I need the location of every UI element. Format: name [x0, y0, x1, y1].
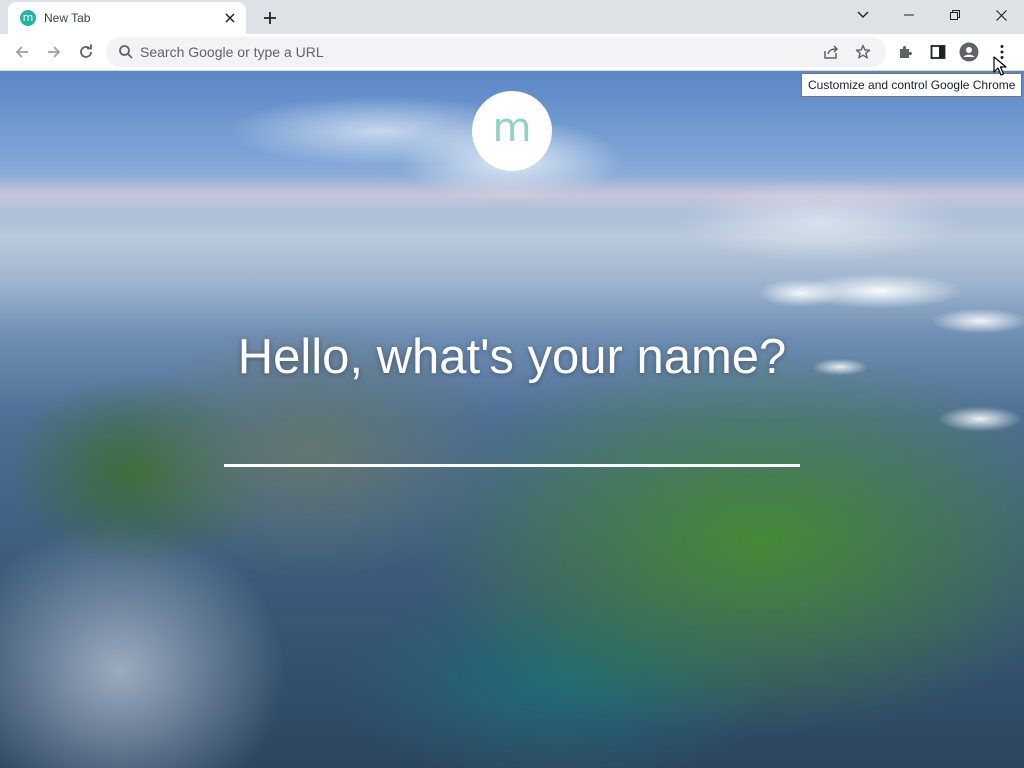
tab-search-button[interactable] — [850, 2, 876, 28]
search-icon — [119, 45, 133, 59]
logo-letter: m — [492, 105, 532, 151]
minimize-button[interactable] — [886, 0, 932, 30]
back-button[interactable] — [7, 37, 37, 67]
background-image — [0, 176, 1024, 216]
reload-icon — [80, 44, 92, 58]
profile-icon — [959, 42, 979, 62]
close-icon — [995, 9, 1007, 21]
name-input[interactable] — [224, 423, 800, 467]
chevron-down-icon — [857, 11, 869, 18]
restore-icon — [950, 10, 960, 20]
forward-button[interactable] — [39, 37, 69, 67]
omnibox[interactable] — [106, 37, 886, 67]
toolbar — [0, 34, 1024, 71]
tab-favicon-icon: m — [20, 10, 36, 26]
tab-strip: m New Tab — [0, 0, 1024, 34]
new-tab-page: m Hello, what's your name? — [0, 71, 1024, 768]
menu-tooltip: Customize and control Google Chrome — [801, 73, 1023, 97]
tab-new-tab[interactable]: m New Tab — [8, 2, 246, 34]
plus-icon — [264, 12, 276, 24]
greeting-heading: Hello, what's your name? — [237, 330, 787, 384]
extensions-icon — [900, 46, 912, 58]
window-controls — [886, 0, 1024, 30]
momentum-logo: m — [472, 91, 552, 171]
forward-icon — [48, 46, 61, 58]
close-icon — [225, 13, 235, 23]
reload-button[interactable] — [71, 37, 101, 67]
omnibox-input[interactable] — [140, 37, 800, 67]
back-icon — [15, 46, 28, 58]
share-icon — [824, 45, 839, 59]
tab-title: New Tab — [44, 11, 91, 25]
share-button[interactable] — [820, 42, 842, 62]
bookmark-button[interactable] — [852, 42, 874, 62]
side-panel-icon — [930, 45, 946, 59]
star-icon — [855, 44, 871, 59]
new-tab-button[interactable] — [256, 4, 284, 32]
profile-button[interactable] — [955, 38, 983, 66]
window-close-button[interactable] — [978, 0, 1024, 30]
restore-button[interactable] — [932, 0, 978, 30]
minimize-icon — [904, 14, 914, 16]
tab-close-button[interactable] — [220, 8, 240, 28]
mouse-cursor-icon — [993, 56, 1007, 76]
extensions-button[interactable] — [892, 38, 920, 66]
side-panel-button[interactable] — [924, 38, 952, 66]
